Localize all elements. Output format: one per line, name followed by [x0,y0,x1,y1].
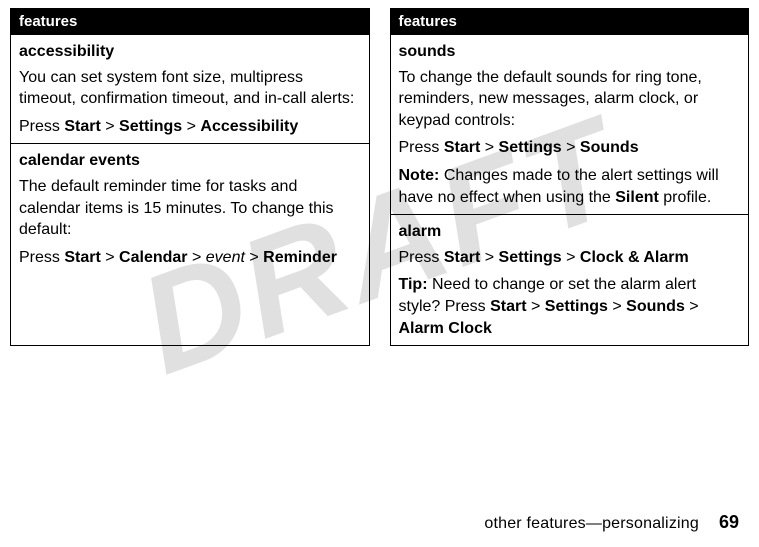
left-header: features [11,9,369,34]
row-tip: Tip: Need to change or set the alarm ale… [399,274,741,339]
path-seg: Settings [119,118,182,135]
path-sep: > [192,249,201,266]
row-press: Press Start > Calendar > event > Reminde… [19,247,361,269]
row-title: alarm [399,221,741,243]
row-press: Press Start > Settings > Sounds [399,137,741,159]
row-title: accessibility [19,41,361,63]
press-prefix: Press [19,118,64,135]
row-desc: The default reminder time for tasks and … [19,176,361,241]
left-column: features accessibility You can set syste… [10,8,370,346]
path-seg: Accessibility [200,118,298,135]
content-columns: features accessibility You can set syste… [10,8,749,346]
path-seg: Start [444,139,480,156]
path-sep: > [566,249,575,266]
page-footer: other features—personalizing 69 [484,512,739,533]
tip-path-sep: > [689,298,698,315]
tip-lead: Tip: [399,276,428,293]
press-prefix: Press [19,249,64,266]
path-seg: Clock & Alarm [580,249,689,266]
row-sounds: sounds To change the default sounds for … [391,34,749,214]
row-calendar-events: calendar events The default reminder tim… [11,143,369,274]
press-prefix: Press [399,139,444,156]
tip-path-seg: Alarm Clock [399,320,492,337]
path-sep: > [105,118,114,135]
row-note: Note: Changes made to the alert settings… [399,165,741,208]
row-accessibility: accessibility You can set system font si… [11,34,369,143]
path-seg: Settings [499,249,562,266]
tip-path-seg: Start [490,298,526,315]
path-sep: > [485,249,494,266]
note-lead: Note: [399,167,440,184]
note-text: profile. [659,189,711,206]
right-header: features [391,9,749,34]
path-seg: Start [64,249,100,266]
tip-path-sep: > [612,298,621,315]
right-column: features sounds To change the default so… [390,8,750,346]
row-press: Press Start > Settings > Accessibility [19,116,361,138]
press-prefix: Press [399,249,444,266]
row-title: calendar events [19,150,361,172]
row-press: Press Start > Settings > Clock & Alarm [399,247,741,269]
path-seg: Settings [499,139,562,156]
path-sep: > [566,139,575,156]
row-title: sounds [399,41,741,63]
row-alarm: alarm Press Start > Settings > Clock & A… [391,214,749,345]
footer-page-number: 69 [719,512,739,533]
path-sep: > [485,139,494,156]
tip-path-seg: Sounds [626,298,685,315]
path-sep: > [187,118,196,135]
path-seg: Calendar [119,249,187,266]
row-desc: You can set system font size, multipress… [19,67,361,110]
path-sep: > [249,249,258,266]
footer-section: other features—personalizing [484,515,699,533]
row-desc: To change the default sounds for ring to… [399,67,741,132]
path-seg: Start [444,249,480,266]
tip-path-seg: Settings [545,298,608,315]
path-sep: > [105,249,114,266]
path-seg: Sounds [580,139,639,156]
note-bold: Silent [615,189,659,206]
path-seg: Reminder [263,249,337,266]
tip-path-sep: > [531,298,540,315]
path-seg: Start [64,118,100,135]
path-seg-italic: event [206,249,245,266]
